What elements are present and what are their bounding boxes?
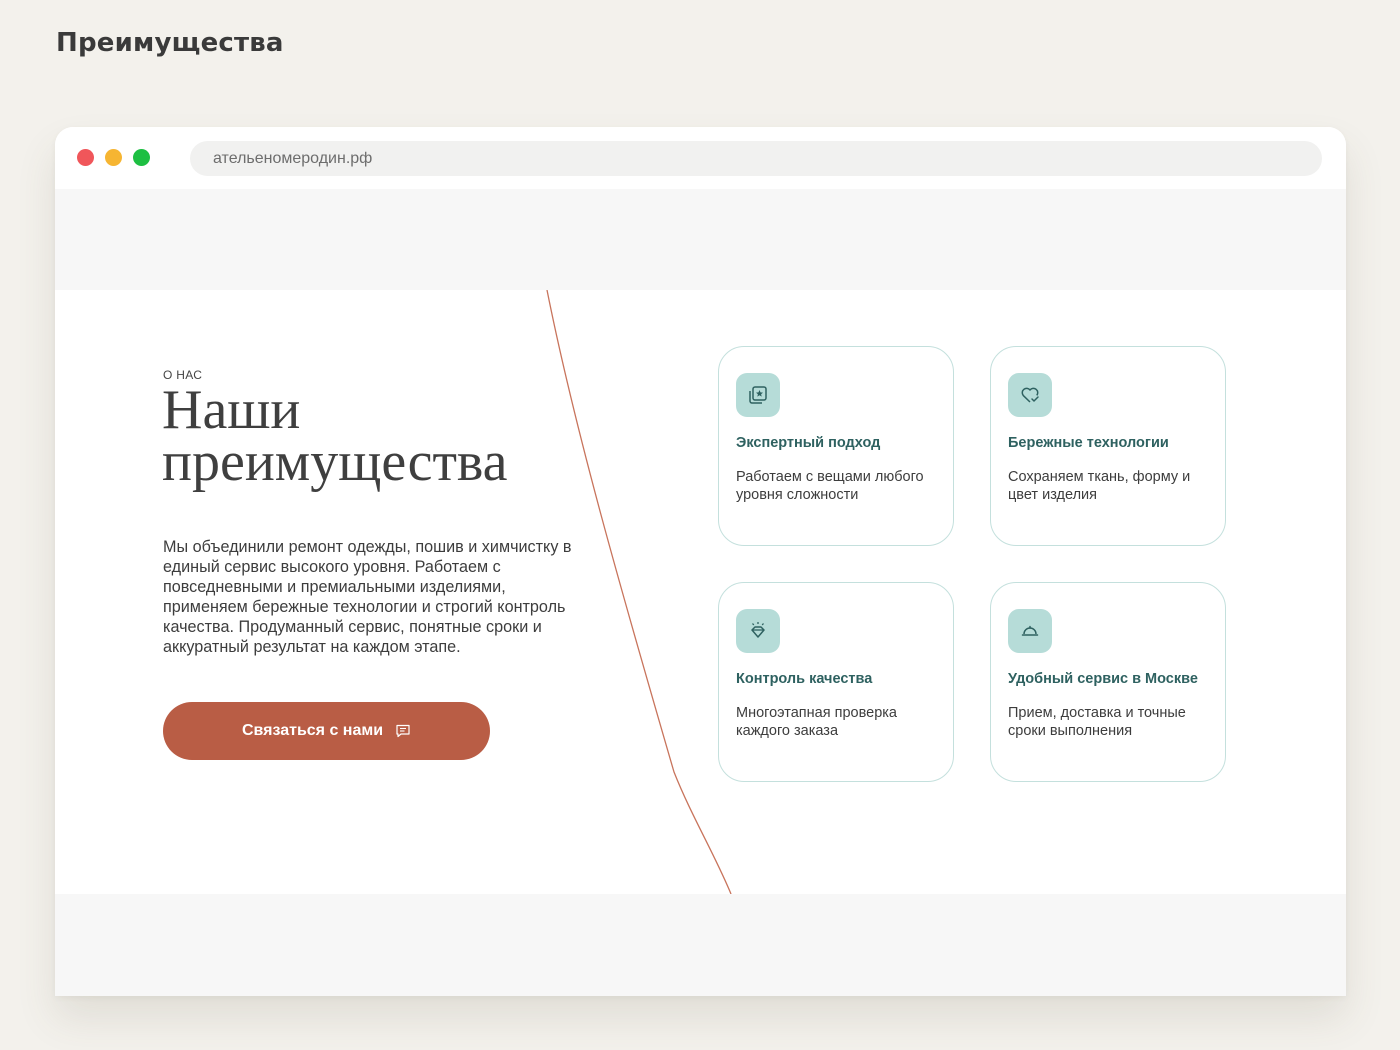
minimize-window-button[interactable] bbox=[105, 149, 122, 166]
browser-window: ательеномеродин.рф О НАС Наши преимущест… bbox=[55, 127, 1346, 996]
advantages-section: О НАС Наши преимущества Мы объединили ре… bbox=[55, 290, 1346, 894]
card-text: Многоэтапная проверка каждого заказа bbox=[736, 705, 897, 739]
card-title: Удобный сервис в Москве bbox=[1008, 671, 1198, 687]
diamond-sparkle-icon bbox=[736, 609, 780, 653]
advantage-card-gentle: Бережные технологии Сохраняем ткань, фор… bbox=[990, 346, 1226, 546]
card-title: Бережные технологии bbox=[1008, 435, 1169, 451]
contact-us-label: Связаться с нами bbox=[241, 722, 384, 739]
browser-titlebar: ательеномеродин.рф bbox=[55, 127, 1346, 189]
address-bar[interactable]: ательеномеродин.рф bbox=[190, 141, 1322, 176]
expert-badge-icon bbox=[736, 373, 780, 417]
next-section-band bbox=[55, 894, 1346, 996]
contact-us-button[interactable]: Связаться с нами bbox=[163, 702, 490, 760]
section-title: Наши преимущества bbox=[162, 379, 508, 493]
card-text: Работаем с вещами любого уровня сложност… bbox=[736, 469, 924, 503]
card-title: Экспертный подход bbox=[736, 435, 881, 451]
about-description: Мы объединили ремонт одежды, пошив и хим… bbox=[163, 538, 572, 656]
card-text: Сохраняем ткань, форму и цвет изделия bbox=[1008, 469, 1191, 503]
previous-section-band bbox=[55, 189, 1346, 290]
maximize-window-button[interactable] bbox=[133, 149, 150, 166]
advantage-card-service: Удобный сервис в Москве Прием, доставка … bbox=[990, 582, 1226, 782]
close-window-button[interactable] bbox=[77, 149, 94, 166]
heart-check-icon bbox=[1008, 373, 1052, 417]
page-heading: Преимущества bbox=[56, 28, 284, 58]
card-text: Прием, доставка и точные сроки выполнени… bbox=[1008, 705, 1186, 739]
cloche-service-icon bbox=[1008, 609, 1052, 653]
advantage-card-quality: Контроль качества Многоэтапная проверка … bbox=[718, 582, 954, 782]
advantage-card-expert: Экспертный подход Работаем с вещами любо… bbox=[718, 346, 954, 546]
card-title: Контроль качества bbox=[736, 671, 873, 687]
chat-icon bbox=[395, 723, 411, 739]
